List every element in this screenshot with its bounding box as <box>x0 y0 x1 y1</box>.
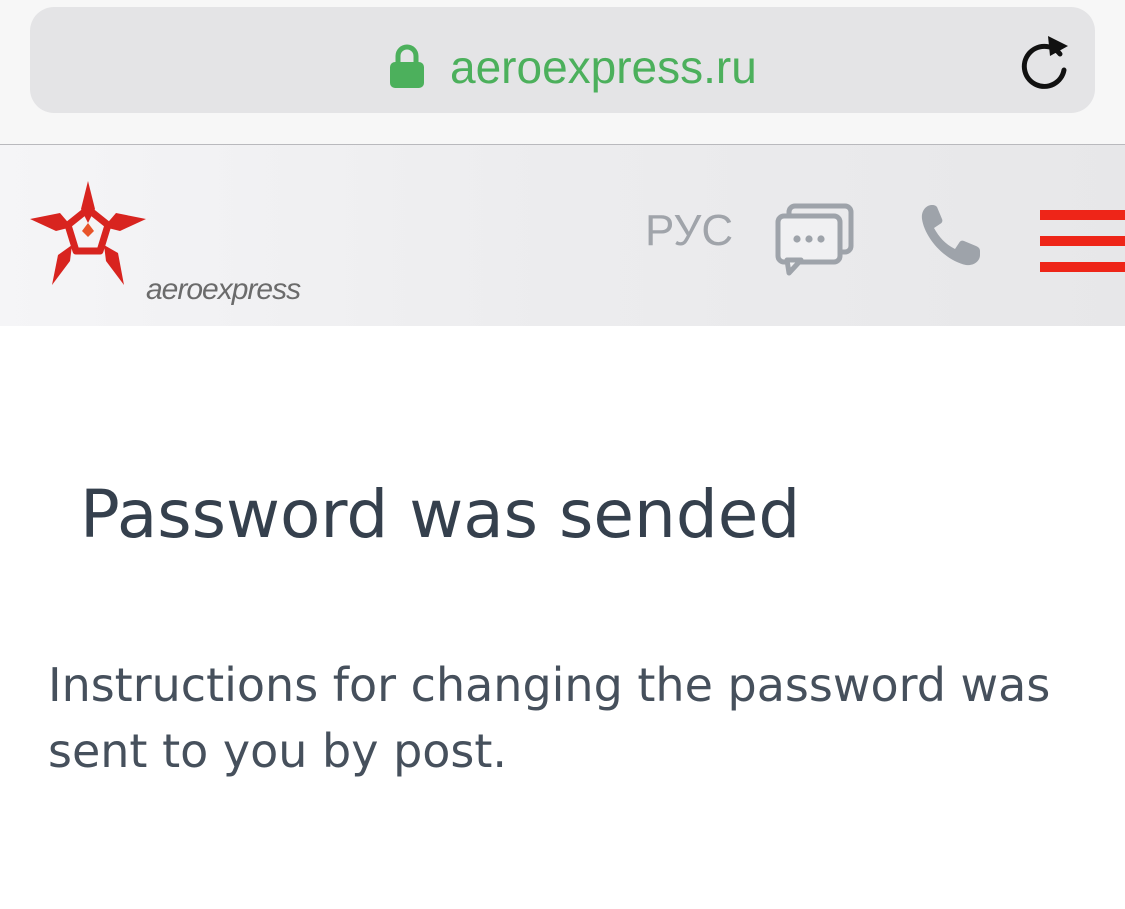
lock-icon <box>390 44 424 88</box>
aeroexpress-logo[interactable]: aeroexpress <box>28 179 358 306</box>
star-logo-icon <box>30 181 146 285</box>
url-text[interactable]: aeroexpress.ru <box>450 37 757 97</box>
page-message: Instructions for changing the password w… <box>48 658 1051 778</box>
hamburger-menu-icon[interactable] <box>1040 210 1125 272</box>
chat-bubbles-icon[interactable] <box>775 203 855 277</box>
logo-wordmark: aeroexpress <box>146 273 301 306</box>
phone-icon[interactable] <box>918 201 984 269</box>
language-switch[interactable]: РУС <box>645 206 733 256</box>
reload-icon[interactable] <box>1018 32 1074 90</box>
site-header: aeroexpress РУС <box>0 145 1125 326</box>
page-title: Password was sended <box>80 476 801 553</box>
url-field[interactable]: aeroexpress.ru <box>30 7 1095 113</box>
browser-address-bar: aeroexpress.ru <box>0 0 1125 145</box>
